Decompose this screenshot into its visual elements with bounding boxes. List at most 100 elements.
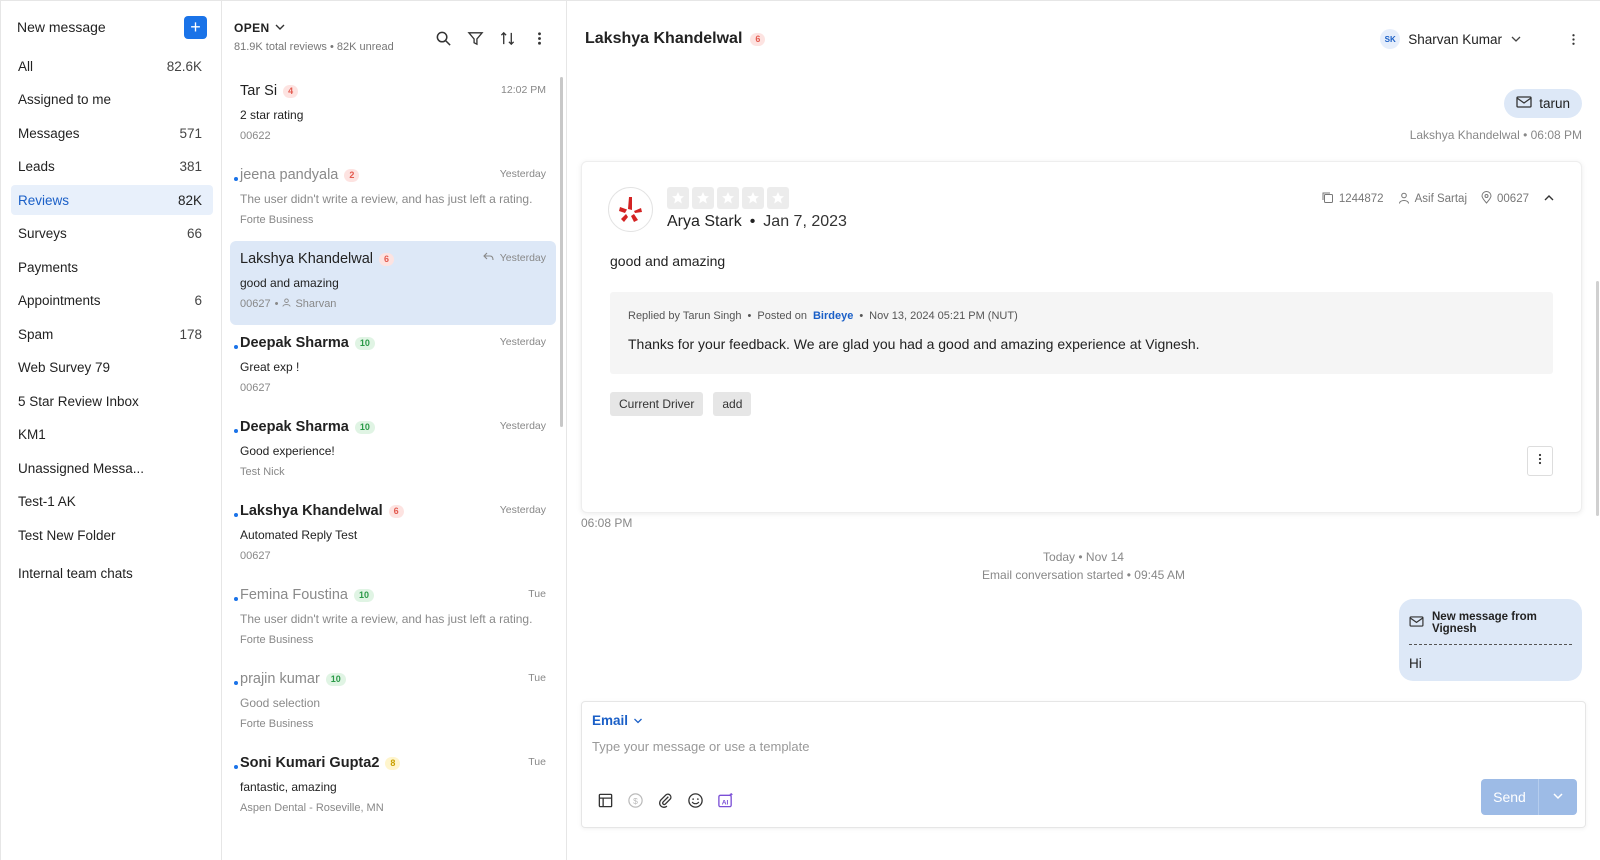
list-header: OPEN 81.9K total reviews • 82K unread bbox=[222, 1, 566, 57]
email-tag-bubble[interactable]: tarun bbox=[1504, 89, 1582, 118]
list-item[interactable]: Tar Si 4 12:02 PM 2 star rating 00622 bbox=[230, 73, 556, 157]
sidebar-item-leads[interactable]: Leads 381 bbox=[11, 152, 213, 182]
item-preview: Good selection bbox=[240, 696, 321, 710]
posted-on-link[interactable]: Birdeye bbox=[813, 310, 853, 322]
sidebar-item-label: Messages bbox=[18, 125, 80, 141]
list-item[interactable]: Lakshya Khandelwal 6 Yesterday Automated … bbox=[230, 493, 556, 577]
list-item[interactable]: prajin kumar 10 Tue Good selection Forte … bbox=[230, 661, 556, 745]
item-location: Forte Business bbox=[240, 634, 314, 646]
payment-icon[interactable]: $ bbox=[626, 791, 644, 809]
sidebar-item-spam[interactable]: Spam 178 bbox=[11, 319, 213, 349]
sidebar-item-test-new-folder[interactable]: Test New Folder bbox=[11, 520, 213, 550]
list-item-selected[interactable]: Lakshya Khandelwal 6 Yesterday good and a… bbox=[230, 241, 556, 325]
item-preview: Great exp ! bbox=[240, 360, 300, 374]
rating-badge: 10 bbox=[354, 336, 375, 350]
copy-icon[interactable] bbox=[1321, 191, 1334, 207]
sidebar-item-payments[interactable]: Payments bbox=[11, 252, 213, 282]
send-button[interactable]: Send bbox=[1481, 779, 1539, 815]
conversation-panel: Lakshya Khandelwal 6 SK Sharvan Kumar ta… bbox=[567, 1, 1600, 860]
rating-badge: 10 bbox=[354, 588, 375, 602]
more-vertical-icon[interactable] bbox=[1564, 30, 1582, 48]
tag-chip[interactable]: add bbox=[713, 392, 752, 416]
ai-assist-icon[interactable]: AI bbox=[716, 791, 734, 809]
sidebar-item-label: Internal team chats bbox=[18, 565, 133, 581]
tag-label: tarun bbox=[1539, 96, 1570, 111]
sidebar-item-test-1[interactable]: Test-1 AK bbox=[11, 487, 213, 517]
list-item[interactable]: Deepak Sharma 10 Yesterday Good experienc… bbox=[230, 409, 556, 493]
list-item[interactable]: Femina Foustina 10 Tue The user didn't wr… bbox=[230, 577, 556, 661]
email-message-bubble[interactable]: New message from Vignesh Hi bbox=[1399, 599, 1582, 681]
reviewer-name: prajin kumar bbox=[240, 671, 320, 687]
channel-dropdown[interactable]: Email bbox=[592, 713, 643, 728]
message-meta: Lakshya Khandelwal • 06:08 PM bbox=[1409, 128, 1582, 142]
unread-dot bbox=[234, 681, 238, 685]
conversation-scrollbar[interactable] bbox=[1596, 281, 1599, 516]
list-item[interactable]: Deepak Sharma 10 Yesterday Great exp ! 00… bbox=[230, 325, 556, 409]
item-time: 12:02 PM bbox=[501, 84, 546, 96]
message-composer: Email Type your message or use a templat… bbox=[581, 701, 1586, 828]
item-location: 00622 bbox=[240, 130, 271, 142]
chevron-down-icon bbox=[1552, 788, 1564, 806]
chevron-up-icon[interactable] bbox=[1543, 193, 1555, 206]
emoji-icon[interactable] bbox=[686, 791, 704, 809]
review-meta: 1244872 Asif Sartaj 00627 bbox=[1321, 191, 1555, 207]
item-location: Forte Business bbox=[240, 214, 314, 226]
unread-dot bbox=[234, 597, 238, 601]
sidebar-item-web-survey[interactable]: Web Survey 79 bbox=[11, 353, 213, 383]
sidebar-item-assigned[interactable]: Assigned to me bbox=[11, 85, 213, 115]
sidebar-item-appointments[interactable]: Appointments 6 bbox=[11, 286, 213, 316]
sidebar-item-label: Test-1 AK bbox=[18, 494, 76, 509]
email-body: Hi bbox=[1409, 656, 1422, 671]
separator-dot: • bbox=[749, 213, 756, 230]
list-item[interactable]: Soni Kumari Gupta2 8 Tue fantastic, amazi… bbox=[230, 745, 556, 829]
item-time: Yesterday bbox=[499, 420, 546, 432]
sidebar-item-reviews[interactable]: Reviews 82K bbox=[11, 185, 213, 215]
sidebar-item-surveys[interactable]: Surveys 66 bbox=[11, 219, 213, 249]
sidebar-item-messages[interactable]: Messages 571 bbox=[11, 118, 213, 148]
sidebar-item-km1[interactable]: KM1 bbox=[11, 420, 213, 450]
attachment-icon[interactable] bbox=[656, 791, 674, 809]
filter-icon[interactable] bbox=[466, 29, 484, 47]
rating-badge: 6 bbox=[379, 252, 395, 266]
rating-badge: 6 bbox=[750, 32, 766, 46]
more-vertical-icon[interactable] bbox=[530, 29, 548, 47]
item-preview: Automated Reply Test bbox=[240, 528, 358, 542]
sort-icon[interactable] bbox=[498, 29, 516, 47]
sidebar-item-unassigned[interactable]: Unassigned Messa... bbox=[11, 453, 213, 483]
item-location: Aspen Dental - Roseville, MN bbox=[240, 802, 384, 814]
rating-badge: 8 bbox=[385, 756, 401, 770]
star-icon bbox=[667, 187, 689, 209]
item-assignee: Sharvan bbox=[295, 298, 337, 310]
reviewer-name: Soni Kumari Gupta2 bbox=[240, 755, 380, 771]
more-vertical-icon bbox=[1538, 452, 1542, 470]
new-message-button[interactable]: + bbox=[184, 15, 207, 39]
template-icon[interactable] bbox=[596, 791, 614, 809]
app-root: New message + All 82.6K Assigned to me Me… bbox=[0, 0, 1600, 860]
review-card: Arya Stark • Jan 7, 2023 1244872 Asif Sa… bbox=[581, 161, 1582, 513]
sidebar-item-count: 571 bbox=[179, 125, 202, 141]
sidebar-item-all[interactable]: All 82.6K bbox=[11, 51, 213, 81]
message-input[interactable]: Type your message or use a template bbox=[592, 739, 810, 754]
list-item[interactable]: jeena pandyala 2 Yesterday The user didn'… bbox=[230, 157, 556, 241]
reply-date: Nov 13, 2024 05:21 PM (NUT) bbox=[869, 310, 1018, 322]
item-location: Test Nick bbox=[240, 466, 285, 478]
tag-chip[interactable]: Current Driver bbox=[610, 392, 704, 416]
rating-badge: 6 bbox=[388, 504, 404, 518]
review-id: 1244872 bbox=[1338, 193, 1384, 205]
separator-dot: • bbox=[274, 298, 279, 310]
reviewer-name: jeena pandyala bbox=[240, 167, 339, 183]
sidebar-item-5-star[interactable]: 5 Star Review Inbox bbox=[11, 386, 213, 416]
item-time: Yesterday bbox=[499, 168, 546, 180]
send-options-button[interactable] bbox=[1539, 779, 1577, 815]
review-actions-button[interactable] bbox=[1527, 446, 1553, 476]
assignee-dropdown[interactable]: SK Sharvan Kumar bbox=[1380, 29, 1522, 49]
search-icon[interactable] bbox=[434, 29, 452, 47]
sidebar-item-internal-chats[interactable]: Internal team chats bbox=[11, 558, 213, 588]
unread-dot bbox=[234, 765, 238, 769]
sidebar-item-label: Spam bbox=[18, 326, 54, 342]
mail-icon bbox=[1409, 616, 1424, 630]
sidebar: New message + All 82.6K Assigned to me Me… bbox=[0, 1, 222, 860]
sidebar-item-label: Appointments bbox=[18, 293, 101, 308]
sidebar-item-label: KM1 bbox=[18, 427, 46, 442]
item-preview: Good experience! bbox=[240, 444, 335, 458]
